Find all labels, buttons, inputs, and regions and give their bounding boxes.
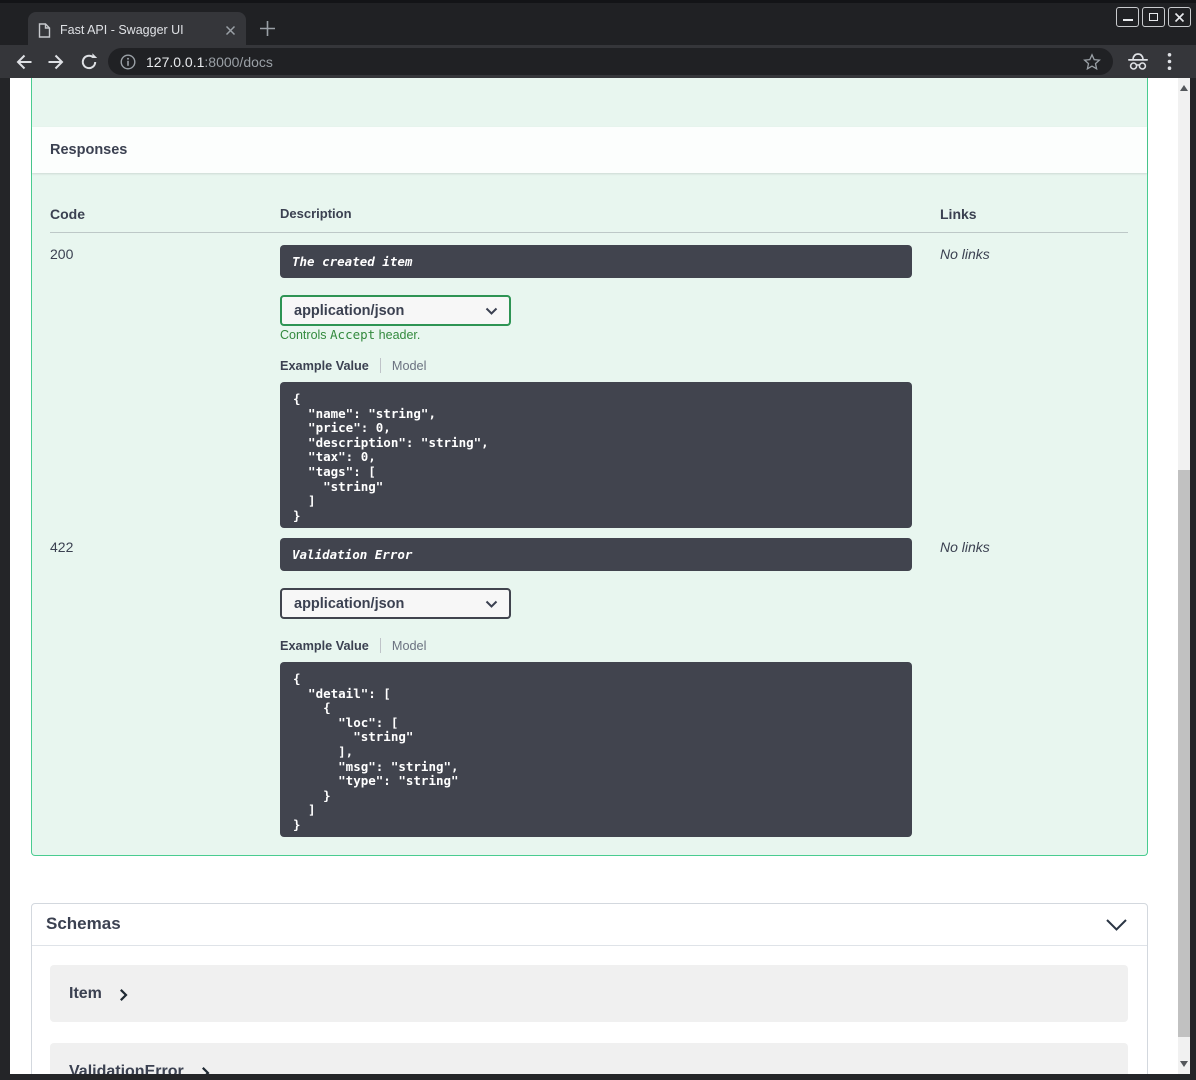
media-type-value: application/json [294, 595, 405, 612]
example-model-tabs-200: Example Value Model [280, 358, 426, 373]
browser-window: Fast API - Swagger UI 127.0.0.1:8000/doc… [0, 0, 1196, 1080]
url-text[interactable]: 127.0.0.1:8000/docs [146, 54, 273, 70]
browser-tab[interactable]: Fast API - Swagger UI [28, 12, 246, 48]
chevron-down-icon[interactable] [1105, 918, 1128, 932]
new-tab-icon[interactable] [259, 20, 276, 37]
model-name: Item [69, 984, 102, 1002]
back-icon[interactable] [14, 52, 34, 72]
swagger-page: Responses Code Description Links 200 The… [10, 78, 1178, 1074]
tab-model[interactable]: Model [392, 359, 427, 373]
column-header-code: Code [50, 206, 85, 222]
page-favicon-icon [38, 22, 51, 38]
url-host: 127.0.0.1 [146, 53, 205, 70]
chevron-right-icon [119, 988, 128, 1001]
links-cell-200: No links [940, 246, 990, 262]
post-opblock-responses: Responses Code Description Links 200 The… [31, 78, 1148, 856]
close-icon [1174, 12, 1185, 22]
menu-icon[interactable] [1167, 52, 1172, 71]
scrollbar-thumb[interactable] [1178, 470, 1190, 1037]
example-json-block-422: { "detail": [ { "loc": [ "string" ], "ms… [280, 662, 912, 837]
note-prefix: Controls [280, 328, 331, 342]
browser-titlebar: Fast API - Swagger UI [0, 0, 1196, 48]
incognito-icon [1128, 53, 1148, 70]
vertical-scrollbar[interactable] [1178, 78, 1190, 1074]
links-cell-422: No links [940, 539, 990, 555]
address-bar[interactable]: 127.0.0.1:8000/docs [108, 48, 1113, 75]
example-json-422: { "detail": [ { "loc": [ "string" ], "ms… [293, 671, 459, 832]
minimize-button[interactable] [1116, 7, 1139, 27]
example-json-200: { "name": "string", "price": 0, "descrip… [293, 391, 489, 523]
note-suffix: header. [375, 328, 421, 342]
forward-icon[interactable] [46, 52, 66, 72]
tab-example-value[interactable]: Example Value [280, 639, 369, 653]
tab-separator [379, 638, 381, 653]
response-code-200: 200 [50, 246, 74, 262]
reload-icon[interactable] [79, 52, 99, 72]
media-type-select-200[interactable]: application/json [280, 295, 511, 326]
schemas-section: Schemas Item ValidationError [31, 903, 1148, 1074]
tab-close-icon[interactable] [225, 25, 236, 36]
note-accept: Accept [330, 327, 376, 342]
table-header-divider [50, 232, 1128, 233]
response-description-200: The created item [280, 245, 912, 278]
maximize-button[interactable] [1142, 7, 1165, 27]
media-type-select-422[interactable]: application/json [280, 588, 511, 619]
browser-toolbar: 127.0.0.1:8000/docs [0, 45, 1196, 78]
schema-model-item[interactable]: Item [50, 965, 1128, 1022]
schemas-title: Schemas [46, 914, 121, 933]
scroll-down-icon[interactable] [1180, 1061, 1188, 1067]
tab-title: Fast API - Swagger UI [60, 23, 184, 37]
responses-title: Responses [50, 142, 128, 158]
chevron-down-icon [485, 600, 498, 608]
close-button[interactable] [1168, 7, 1191, 27]
schemas-divider [32, 945, 1147, 946]
maximize-icon [1149, 13, 1158, 21]
scroll-up-icon[interactable] [1180, 85, 1188, 91]
column-header-links: Links [940, 206, 977, 222]
chevron-down-icon [485, 307, 498, 315]
model-name: ValidationError [69, 1062, 184, 1075]
response-description-422: Validation Error [280, 538, 912, 571]
tab-model[interactable]: Model [392, 639, 427, 653]
example-json-block-200: { "name": "string", "price": 0, "descrip… [280, 382, 912, 528]
controls-accept-note: Controls Accept header. [280, 327, 420, 342]
tab-example-value[interactable]: Example Value [280, 359, 369, 373]
responses-section-header: Responses [32, 127, 1147, 173]
bookmark-star-icon[interactable] [1083, 52, 1101, 71]
schema-model-validationerror[interactable]: ValidationError [50, 1043, 1128, 1074]
column-header-description: Description [280, 206, 352, 221]
media-type-value: application/json [294, 302, 405, 319]
minimize-icon [1122, 19, 1133, 21]
tab-separator [379, 358, 381, 373]
response-code-422: 422 [50, 539, 74, 555]
chevron-right-icon [201, 1066, 210, 1074]
example-model-tabs-422: Example Value Model [280, 638, 426, 653]
site-info-icon[interactable] [120, 53, 136, 70]
url-path: :8000/docs [204, 53, 273, 70]
